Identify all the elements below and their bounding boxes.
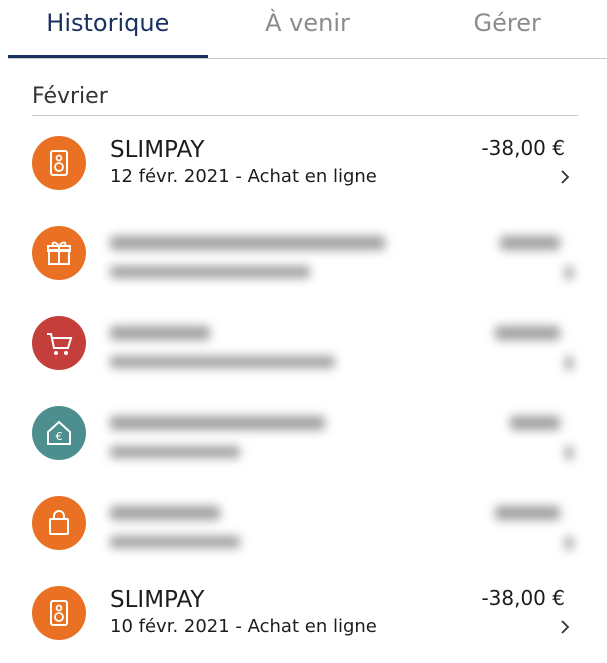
blurred-transaction-content xyxy=(110,486,580,566)
gift-icon xyxy=(32,226,86,280)
transaction-row[interactable] xyxy=(0,296,607,386)
tab-historique[interactable]: Historique xyxy=(8,0,208,58)
tab-bar: Historique À venir Gérer xyxy=(8,0,607,59)
blurred-transaction-content xyxy=(110,216,580,296)
transaction-row[interactable] xyxy=(0,206,607,296)
svg-text:€: € xyxy=(56,430,63,443)
transaction-row[interactable] xyxy=(0,476,607,566)
speaker-icon xyxy=(32,136,86,190)
transaction-amount: -38,00 € xyxy=(481,586,565,610)
transaction-row[interactable]: SLIMPAY 12 févr. 2021 - Achat en ligne -… xyxy=(0,122,607,212)
tab-gerer[interactable]: Gérer xyxy=(407,0,607,58)
speaker-icon xyxy=(32,586,86,640)
shopping-bag-icon xyxy=(32,496,86,550)
chevron-right-icon xyxy=(561,620,570,634)
blurred-transaction-content xyxy=(110,306,580,386)
merchant-name: SLIMPAY xyxy=(110,587,205,613)
month-header: Février xyxy=(32,84,578,116)
transaction-detail: 12 févr. 2021 - Achat en ligne xyxy=(110,166,377,187)
cart-icon xyxy=(32,316,86,370)
transaction-detail: 10 févr. 2021 - Achat en ligne xyxy=(110,616,377,637)
transaction-row[interactable]: SLIMPAY 10 févr. 2021 - Achat en ligne -… xyxy=(0,573,607,663)
house-euro-icon: € xyxy=(32,406,86,460)
chevron-right-icon xyxy=(561,170,570,184)
transaction-amount: -38,00 € xyxy=(481,136,565,160)
tab-a-venir[interactable]: À venir xyxy=(208,0,408,58)
transaction-row[interactable]: € xyxy=(0,386,607,476)
merchant-name: SLIMPAY xyxy=(110,137,205,163)
blurred-transaction-content xyxy=(110,396,580,476)
